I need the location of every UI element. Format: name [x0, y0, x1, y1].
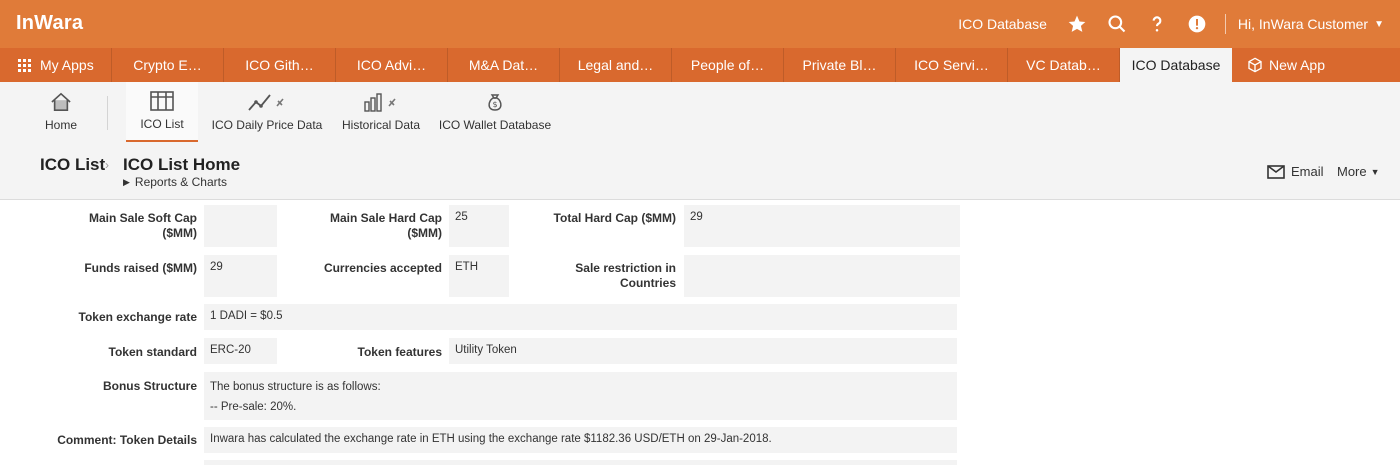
more-label: More	[1337, 164, 1367, 179]
user-greeting: Hi, InWara Customer	[1237, 16, 1369, 32]
email-label: Email	[1291, 164, 1324, 179]
currencies-label: Currencies accepted	[323, 261, 442, 275]
hard-cap-value: 25	[449, 205, 509, 247]
funds-raised-label: Funds raised ($MM)	[84, 261, 197, 275]
soft-cap-value	[204, 205, 277, 247]
funds-raised-value: 29	[204, 255, 277, 297]
reports-charts-toggle[interactable]: ▶ Reports & Charts	[123, 175, 227, 189]
page-title: ICO List Home	[123, 155, 241, 174]
subnav-daily-price[interactable]: ICO Daily Price Data	[210, 82, 324, 142]
svg-text:$: $	[492, 100, 497, 109]
chevron-down-icon: ▼	[1370, 166, 1380, 177]
line-chart-icon	[248, 94, 284, 111]
new-app-label: New App	[1268, 57, 1326, 73]
money-bag-icon: $	[488, 94, 502, 111]
new-app-button[interactable]: New App	[1232, 48, 1340, 82]
bar-chart-icon	[364, 93, 396, 112]
subnav-ico-list[interactable]: ICO List	[126, 82, 198, 142]
ico-database-link[interactable]: ICO Database	[958, 16, 1047, 32]
subnav-label: ICO Wallet Database	[438, 118, 552, 132]
cube-icon	[1248, 57, 1262, 73]
breadcrumb-chevron-icon: ›	[105, 158, 109, 172]
sale-restriction-label: Sale restriction in Countries	[575, 261, 676, 290]
currencies-value: ETH	[449, 255, 509, 297]
hard-cap-label: Main Sale Hard Cap ($MM)	[329, 211, 442, 240]
top-bar: InWara ICO Database Hi, InWara Customer …	[0, 0, 1400, 48]
table-icon	[150, 91, 174, 111]
sub-nav: Home ICO List ICO Daily Price Data Histo…	[0, 82, 1400, 142]
app-tab-bar: My Apps Crypto E… ICO Gith… ICO Advi… M&…	[0, 48, 1400, 82]
tab-private-blockchain[interactable]: Private Bl…	[784, 48, 896, 82]
brand-logo[interactable]: InWara	[16, 12, 83, 35]
breadcrumb-ico-list[interactable]: ICO List	[40, 155, 105, 175]
token-features-label: Token features	[357, 345, 442, 359]
subnav-label: Home	[44, 118, 77, 132]
bonus-structure-value: The bonus structure is as follows: -- Pr…	[204, 372, 957, 420]
subnav-home[interactable]: Home	[30, 82, 92, 142]
soft-cap-label: Main Sale Soft Cap ($MM)	[88, 211, 197, 240]
tab-vc-database[interactable]: VC Datab…	[1008, 48, 1120, 82]
tab-ico-github[interactable]: ICO Gith…	[224, 48, 336, 82]
tab-ma-database[interactable]: M&A Dat…	[448, 48, 560, 82]
top-right-actions: ICO Database Hi, InWara Customer ▼	[958, 0, 1400, 48]
bonus-structure-label: Bonus Structure	[102, 379, 197, 393]
tab-legal[interactable]: Legal and…	[560, 48, 672, 82]
top-divider	[1224, 14, 1226, 34]
apps-grid-icon	[18, 58, 31, 72]
ico-detail-form: Main Sale Soft Cap ($MM) Main Sale Hard C…	[0, 200, 1400, 465]
help-icon[interactable]	[1145, 12, 1169, 36]
tab-label: My Apps	[40, 57, 94, 73]
envelope-icon	[1267, 164, 1285, 179]
subnav-wallet-database[interactable]: $ ICO Wallet Database	[437, 82, 553, 142]
user-menu[interactable]: Hi, InWara Customer ▼	[1238, 16, 1384, 32]
bonus-line: The bonus structure is as follows:	[210, 381, 381, 393]
page-header: ICO List › ICO List Home ▶ Reports & Cha…	[0, 142, 1400, 200]
token-standard-label: Token standard	[108, 345, 197, 359]
more-menu-button[interactable]: More ▼	[1337, 164, 1380, 179]
tab-ico-services[interactable]: ICO Servi…	[896, 48, 1008, 82]
exchange-rate-label: Token exchange rate	[78, 310, 198, 324]
tab-ico-database[interactable]: ICO Database	[1120, 48, 1232, 82]
total-hard-cap-value: 29	[684, 205, 960, 247]
token-standard-value: ERC-20	[204, 338, 277, 364]
email-button[interactable]: Email	[1267, 164, 1324, 179]
chevron-down-icon: ▼	[1374, 18, 1384, 30]
tab-my-apps[interactable]: My Apps	[0, 48, 112, 82]
sale-restriction-value	[684, 255, 960, 297]
subnav-label: ICO Daily Price Data	[211, 118, 323, 132]
exchange-rate-value: 1 DADI = $0.5	[204, 304, 957, 330]
subnav-divider	[107, 96, 108, 130]
subnav-label: ICO List	[140, 117, 184, 131]
comment-token-details-value: Inwara has calculated the exchange rate …	[204, 427, 957, 453]
subnav-label: Historical Data	[341, 118, 421, 132]
tab-ico-advisors[interactable]: ICO Advi…	[336, 48, 448, 82]
subnav-historical[interactable]: Historical Data	[338, 82, 424, 142]
token-features-value: Utility Token	[449, 338, 957, 364]
bonus-line: -- Pre-sale: 20%.	[210, 401, 297, 413]
star-icon[interactable]	[1065, 12, 1089, 36]
tab-crypto-exchanges[interactable]: Crypto E…	[112, 48, 224, 82]
tab-people[interactable]: People of…	[672, 48, 784, 82]
comment-token-details-label: Comment: Token Details	[57, 433, 197, 447]
next-field-value	[204, 460, 957, 465]
home-icon	[51, 92, 71, 111]
search-icon[interactable]	[1105, 12, 1129, 36]
triangle-right-icon: ▶	[123, 176, 130, 187]
total-hard-cap-label: Total Hard Cap ($MM)	[553, 211, 676, 225]
reports-charts-label: Reports & Charts	[134, 175, 227, 189]
alert-icon[interactable]	[1185, 12, 1209, 36]
